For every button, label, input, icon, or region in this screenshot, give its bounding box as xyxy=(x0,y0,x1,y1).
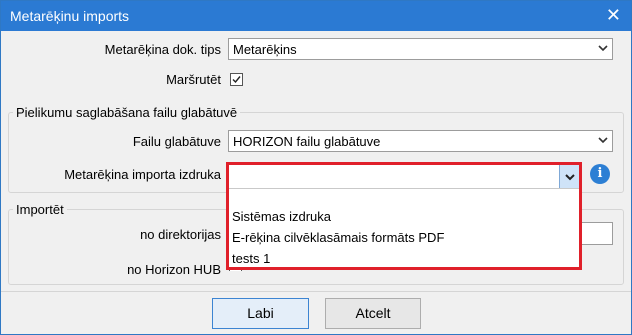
doc-type-value: Metarēķins xyxy=(233,42,297,57)
print-option[interactable]: tests 1 xyxy=(232,251,270,266)
print-option[interactable]: Sistēmas izdruka xyxy=(232,209,331,224)
attachments-group-title: Pielikumu saglabāšana failu glabātuvē xyxy=(13,105,241,120)
import-dialog: Metarēķinu imports ✕ Metarēķina dok. tip… xyxy=(0,0,632,335)
from-hub-label: no Horizon HUB xyxy=(127,262,221,277)
storage-select[interactable]: HORIZON failu glabātuve xyxy=(228,130,613,152)
window-title: Metarēķinu imports xyxy=(10,8,130,24)
doc-type-label: Metarēķina dok. tips xyxy=(104,42,221,57)
doc-type-select[interactable]: Metarēķins xyxy=(228,38,613,60)
route-label: Maršrutēt xyxy=(166,72,221,87)
dropdown-toggle[interactable] xyxy=(559,165,579,188)
chevron-down-icon xyxy=(565,174,575,181)
route-checkbox[interactable] xyxy=(230,73,243,86)
from-dir-label: no direktorijas xyxy=(140,227,221,242)
chevron-down-icon xyxy=(598,137,608,144)
print-options-list: Sistēmas izdruka E-rēķina cilvēklasāmais… xyxy=(229,189,579,267)
cancel-button[interactable]: Atcelt xyxy=(325,298,421,329)
print-option[interactable]: E-rēķina cilvēklasāmais formāts PDF xyxy=(232,230,444,245)
print-select[interactable] xyxy=(229,165,579,189)
import-group-title: Importēt xyxy=(13,202,67,217)
title-bar: Metarēķinu imports ✕ xyxy=(1,1,631,31)
check-icon xyxy=(232,76,241,84)
storage-value: HORIZON failu glabātuve xyxy=(233,134,381,149)
info-icon[interactable]: i xyxy=(590,164,610,184)
directory-input[interactable] xyxy=(581,222,613,245)
chevron-down-icon xyxy=(598,45,608,52)
storage-label: Failu glabātuve xyxy=(132,134,221,149)
close-icon[interactable]: ✕ xyxy=(606,5,621,26)
ok-button[interactable]: Labi xyxy=(212,298,309,329)
print-label: Metarēķina importa izdruka xyxy=(64,167,221,182)
footer-divider xyxy=(1,291,631,292)
print-dropdown[interactable]: Sistēmas izdruka E-rēķina cilvēklasāmais… xyxy=(226,162,582,270)
